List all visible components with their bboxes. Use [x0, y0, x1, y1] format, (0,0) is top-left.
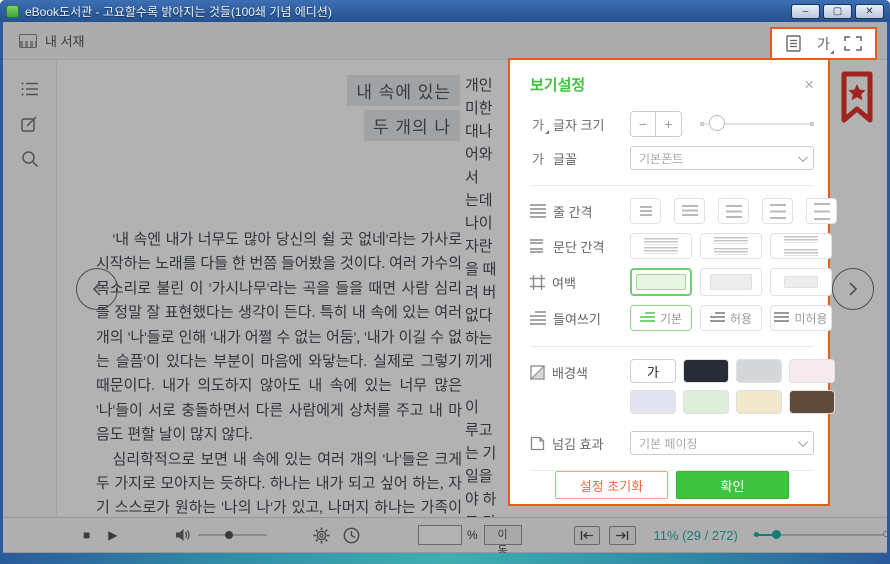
bg-swatch-green[interactable] — [683, 390, 729, 414]
paragraph-spacing-label: 문단 간격 — [553, 237, 604, 256]
bg-swatch-dark[interactable] — [683, 359, 729, 383]
font-select-value: 기본폰트 — [639, 150, 683, 167]
confirm-button[interactable]: 확인 — [676, 471, 789, 499]
window-title: eBook도서관 - 고요할수록 밝아지는 것들(100쇄 기념 에디션) — [25, 3, 332, 20]
bg-swatch-pink[interactable] — [789, 359, 835, 383]
close-button[interactable]: ✕ — [855, 4, 884, 19]
font-size-slider-knob[interactable] — [709, 115, 725, 131]
title-bar: eBook도서관 - 고요할수록 밝아지는 것들(100쇄 기념 에디션) – … — [0, 0, 890, 22]
margin-option-1-selected[interactable] — [630, 268, 692, 296]
indent-option-disallow[interactable]: 미허용 — [770, 305, 832, 331]
page-turn-effect-select[interactable]: 기본 페이징 — [630, 431, 814, 455]
chevron-down-icon — [798, 437, 808, 447]
font-label: 글꼴 — [553, 149, 577, 168]
chevron-down-icon — [798, 152, 808, 162]
margin-option-2[interactable] — [700, 268, 762, 296]
page-turn-effect-value: 기본 페이징 — [639, 435, 698, 452]
fullscreen-icon[interactable] — [843, 34, 863, 54]
paragraph-spacing-option-1[interactable] — [630, 233, 692, 259]
background-color-label: 배경색 — [552, 363, 588, 382]
indent-option-allow[interactable]: 허용 — [700, 305, 762, 331]
window-bottom-border — [0, 553, 890, 564]
view-tools-highlight-box: 가 — [770, 27, 877, 60]
font-size-slider[interactable] — [700, 123, 814, 125]
paragraph-spacing-option-2[interactable] — [700, 233, 762, 259]
page-view-icon[interactable] — [784, 34, 804, 54]
bg-swatch-brown[interactable] — [789, 390, 835, 414]
font-size-label: 글자 크기 — [553, 115, 604, 134]
indent-label: 들여쓰기 — [553, 309, 601, 328]
panel-close-icon[interactable]: × — [804, 76, 814, 93]
font-icon: 가 — [530, 149, 546, 168]
indent-option-label: 기본 — [660, 310, 682, 327]
font-settings-icon[interactable]: 가 — [815, 34, 831, 54]
indent-icon — [530, 311, 546, 325]
client-area: 내 서재 내 속에 있는 두 개의 나 '내 속엔 내가 너무도 많아 당신의 … — [3, 22, 887, 553]
line-spacing-option-4[interactable] — [762, 198, 793, 224]
line-spacing-option-3[interactable] — [718, 198, 749, 224]
reset-settings-button[interactable]: 설정 초기화 — [555, 471, 668, 499]
page-turn-icon — [530, 436, 545, 451]
font-select[interactable]: 기본폰트 — [630, 146, 814, 170]
line-spacing-label: 줄 간격 — [553, 202, 593, 221]
margin-label: 여백 — [552, 273, 576, 292]
divider — [530, 346, 814, 347]
background-color-swatches: 가 — [630, 359, 837, 414]
bg-swatch-cream[interactable] — [736, 390, 782, 414]
indent-option-label: 허용 — [730, 310, 752, 327]
font-size-increase-button[interactable]: + — [656, 112, 681, 136]
divider — [530, 185, 814, 186]
indent-option-default-selected[interactable]: 기본 — [630, 305, 692, 331]
paragraph-spacing-icon — [530, 239, 546, 253]
minimize-button[interactable]: – — [791, 4, 820, 19]
paragraph-spacing-option-3[interactable] — [770, 233, 832, 259]
line-spacing-option-5[interactable] — [806, 198, 837, 224]
line-spacing-option-2[interactable] — [674, 198, 705, 224]
page-turn-effect-label: 넘김 효과 — [552, 434, 603, 453]
bg-swatch-white-selected[interactable]: 가 — [630, 359, 676, 383]
app-icon — [6, 5, 19, 18]
line-spacing-icon — [530, 204, 546, 218]
indent-option-label: 미허용 — [794, 310, 827, 327]
panel-title: 보기설정 — [530, 74, 585, 95]
bg-swatch-gray[interactable] — [736, 359, 782, 383]
view-settings-panel: 보기설정 × 가글자 크기 − + 가글꼴 기본폰트 — [508, 58, 830, 506]
bg-swatch-lavender[interactable] — [630, 390, 676, 414]
margin-icon — [530, 275, 545, 290]
maximize-button[interactable]: ▢ — [823, 4, 852, 19]
background-color-icon — [530, 365, 545, 380]
font-size-stepper: − + — [630, 111, 682, 137]
line-spacing-option-1[interactable] — [630, 198, 661, 224]
app-window: eBook도서관 - 고요할수록 밝아지는 것들(100쇄 기념 에디션) – … — [0, 0, 890, 564]
font-size-decrease-button[interactable]: − — [631, 112, 656, 136]
margin-option-3[interactable] — [770, 268, 832, 296]
font-size-icon: 가 — [530, 115, 546, 134]
